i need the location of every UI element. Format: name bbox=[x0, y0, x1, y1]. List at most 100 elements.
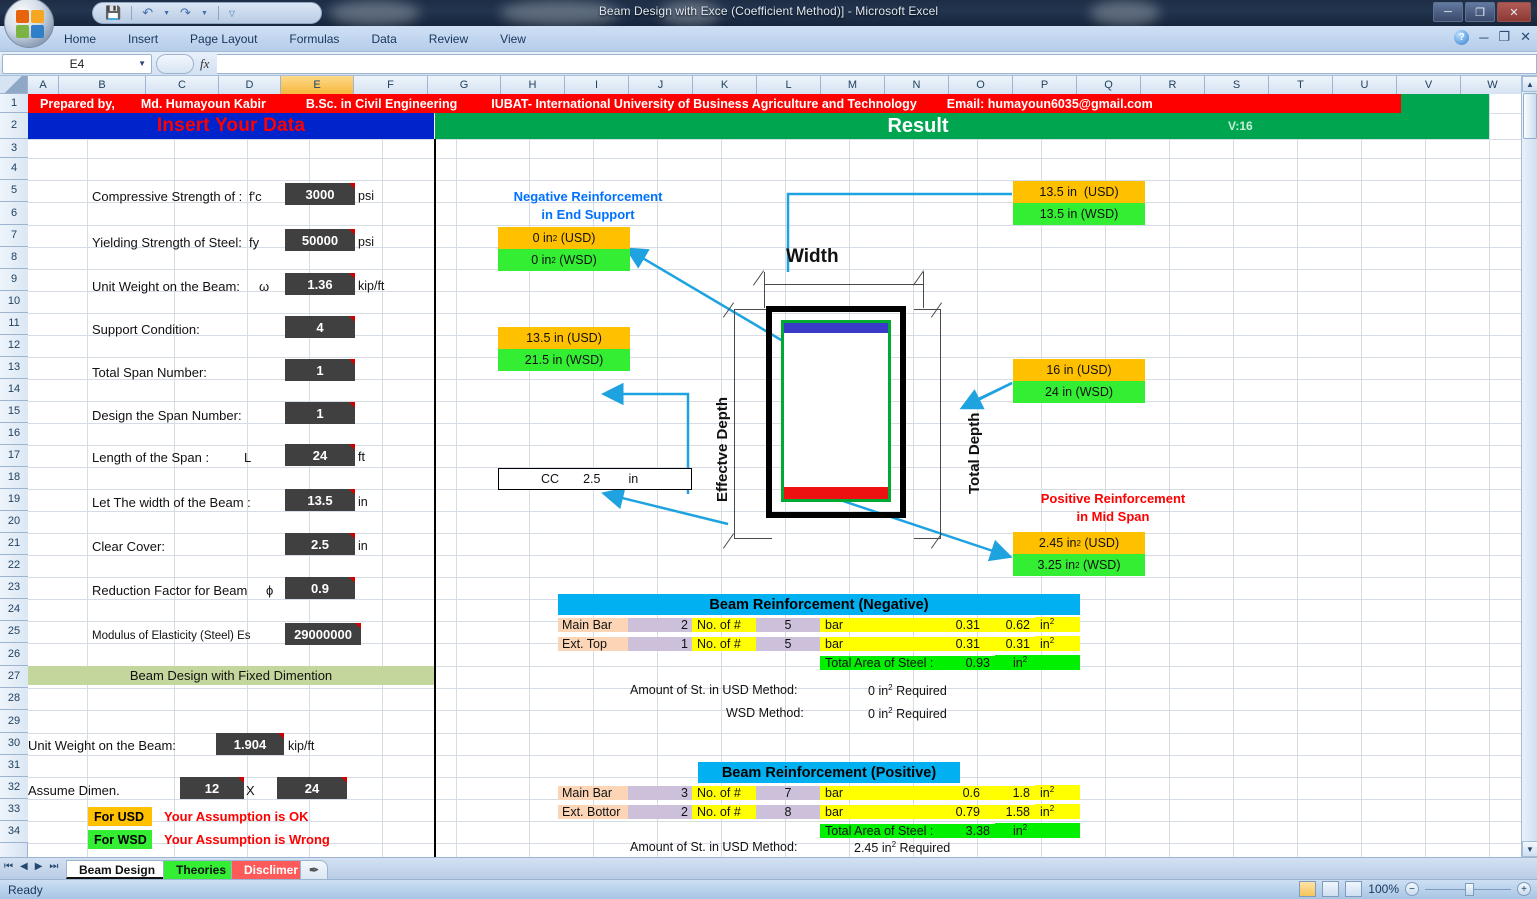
tab-view[interactable]: View bbox=[484, 26, 542, 52]
row-header-25[interactable]: 25 bbox=[0, 621, 28, 643]
input-value-9[interactable]: 0.9 bbox=[285, 577, 355, 599]
row-header-23[interactable]: 23 bbox=[0, 577, 28, 599]
zoom-slider[interactable] bbox=[1425, 882, 1511, 896]
ribbon-close-button[interactable]: ✕ bbox=[1520, 29, 1531, 45]
row-header-13[interactable]: 13 bbox=[0, 357, 28, 379]
tab-review[interactable]: Review bbox=[413, 26, 484, 52]
column-header-i[interactable]: I bbox=[565, 76, 629, 94]
assume-depth-value[interactable]: 24 bbox=[277, 777, 347, 799]
tab-page-layout[interactable]: Page Layout bbox=[174, 26, 273, 52]
input-value-10[interactable]: 29000000 bbox=[285, 623, 361, 645]
row-header-15[interactable]: 15 bbox=[0, 401, 28, 423]
insert-worksheet-icon[interactable]: ✒ bbox=[300, 860, 329, 879]
column-header-s[interactable]: S bbox=[1205, 76, 1269, 94]
input-value-7[interactable]: 13.5 bbox=[285, 489, 355, 511]
column-header-t[interactable]: T bbox=[1269, 76, 1333, 94]
row-header-8[interactable]: 8 bbox=[0, 247, 28, 269]
row-header-18[interactable]: 18 bbox=[0, 467, 28, 489]
column-header-c[interactable]: C bbox=[146, 76, 219, 94]
input-value-2[interactable]: 1.36 bbox=[285, 273, 355, 295]
input-value-4[interactable]: 1 bbox=[285, 359, 355, 381]
zoom-level[interactable]: 100% bbox=[1368, 882, 1399, 896]
restore-button[interactable]: ❐ bbox=[1465, 2, 1495, 22]
tab-formulas[interactable]: Formulas bbox=[273, 26, 355, 52]
row-header-7[interactable]: 7 bbox=[0, 225, 28, 247]
column-header-n[interactable]: N bbox=[885, 76, 949, 94]
name-box-dropdown-icon[interactable]: ▼ bbox=[138, 59, 146, 68]
input-value-6[interactable]: 24 bbox=[285, 444, 355, 466]
save-icon[interactable]: 💾 bbox=[105, 5, 121, 21]
row-header-5[interactable]: 5 bbox=[0, 180, 28, 202]
column-header-v[interactable]: V bbox=[1397, 76, 1461, 94]
row-header-2[interactable]: 2 bbox=[0, 113, 28, 139]
tab-data[interactable]: Data bbox=[355, 26, 412, 52]
row-header-32[interactable]: 32 bbox=[0, 777, 28, 799]
zoom-in-icon[interactable]: + bbox=[1517, 882, 1531, 896]
tab-home[interactable]: Home bbox=[48, 26, 112, 52]
tab-insert[interactable]: Insert bbox=[112, 26, 174, 52]
row-header-30[interactable]: 30 bbox=[0, 733, 28, 755]
column-header-r[interactable]: R bbox=[1141, 76, 1205, 94]
unit-weight-fixed-value[interactable]: 1.904 bbox=[216, 733, 284, 755]
prev-sheet-icon[interactable]: ◀ bbox=[20, 861, 28, 872]
row-header-9[interactable]: 9 bbox=[0, 269, 28, 291]
row-header-34[interactable]: 34 bbox=[0, 821, 28, 843]
redo-dropdown-icon[interactable]: ▼ bbox=[201, 10, 208, 17]
help-icon[interactable]: ? bbox=[1454, 29, 1470, 45]
next-sheet-icon[interactable]: ▶ bbox=[35, 861, 43, 872]
column-header-p[interactable]: P bbox=[1013, 76, 1077, 94]
row-header-4[interactable]: 4 bbox=[0, 158, 28, 180]
zoom-slider-thumb[interactable] bbox=[1465, 882, 1474, 896]
assume-width-value[interactable]: 12 bbox=[180, 777, 244, 799]
select-all-corner[interactable] bbox=[0, 76, 28, 94]
vertical-scroll-thumb[interactable] bbox=[1523, 93, 1537, 139]
column-header-f[interactable]: F bbox=[354, 76, 428, 94]
input-value-8[interactable]: 2.5 bbox=[285, 533, 355, 555]
column-header-w[interactable]: W bbox=[1461, 76, 1525, 94]
column-header-o[interactable]: O bbox=[949, 76, 1013, 94]
row-header-26[interactable]: 26 bbox=[0, 643, 28, 666]
input-value-3[interactable]: 4 bbox=[285, 316, 355, 338]
column-header-d[interactable]: D bbox=[219, 76, 281, 94]
row-header-16[interactable]: 16 bbox=[0, 423, 28, 445]
input-value-0[interactable]: 3000 bbox=[285, 183, 355, 205]
column-header-h[interactable]: H bbox=[501, 76, 565, 94]
column-header-l[interactable]: L bbox=[757, 76, 821, 94]
row-header-14[interactable]: 14 bbox=[0, 379, 28, 401]
row-header-28[interactable]: 28 bbox=[0, 688, 28, 710]
last-sheet-icon[interactable]: ⏭ bbox=[49, 861, 58, 872]
office-button[interactable] bbox=[4, 0, 54, 48]
customize-qat-icon[interactable]: ▽ bbox=[229, 9, 235, 18]
first-sheet-icon[interactable]: ⏮ bbox=[4, 861, 13, 872]
column-header-m[interactable]: M bbox=[821, 76, 885, 94]
row-header-29[interactable]: 29 bbox=[0, 710, 28, 733]
column-header-e[interactable]: E bbox=[281, 76, 354, 94]
sheet-tab-beam-design[interactable]: Beam Design bbox=[66, 860, 169, 879]
undo-icon[interactable]: ↶ bbox=[142, 5, 153, 21]
row-header-27[interactable]: 27 bbox=[0, 666, 28, 688]
normal-view-icon[interactable] bbox=[1299, 881, 1317, 897]
row-header-1[interactable]: 1 bbox=[0, 94, 28, 113]
row-header-20[interactable]: 20 bbox=[0, 511, 28, 533]
ribbon-restore-button[interactable]: ❐ bbox=[1498, 29, 1510, 45]
row-header-33[interactable]: 33 bbox=[0, 799, 28, 821]
page-layout-view-icon[interactable] bbox=[1322, 881, 1340, 897]
column-header-u[interactable]: U bbox=[1333, 76, 1397, 94]
row-header-12[interactable]: 12 bbox=[0, 335, 28, 357]
row-header-22[interactable]: 22 bbox=[0, 555, 28, 577]
page-break-view-icon[interactable] bbox=[1345, 881, 1363, 897]
input-value-5[interactable]: 1 bbox=[285, 402, 355, 424]
close-button[interactable]: ✕ bbox=[1497, 2, 1531, 22]
column-header-g[interactable]: G bbox=[428, 76, 501, 94]
zoom-out-icon[interactable]: − bbox=[1405, 882, 1419, 896]
row-header-19[interactable]: 19 bbox=[0, 489, 28, 511]
column-header-q[interactable]: Q bbox=[1077, 76, 1141, 94]
scroll-up-icon[interactable]: ▲ bbox=[1522, 76, 1537, 92]
vertical-scrollbar[interactable]: ▲ ▼ bbox=[1521, 76, 1537, 857]
fx-icon[interactable]: fx bbox=[200, 56, 209, 72]
column-header-j[interactable]: J bbox=[629, 76, 693, 94]
row-header-11[interactable]: 11 bbox=[0, 313, 28, 335]
column-header-b[interactable]: B bbox=[59, 76, 146, 94]
row-header-24[interactable]: 24 bbox=[0, 599, 28, 621]
minimize-button[interactable]: ─ bbox=[1433, 2, 1463, 22]
